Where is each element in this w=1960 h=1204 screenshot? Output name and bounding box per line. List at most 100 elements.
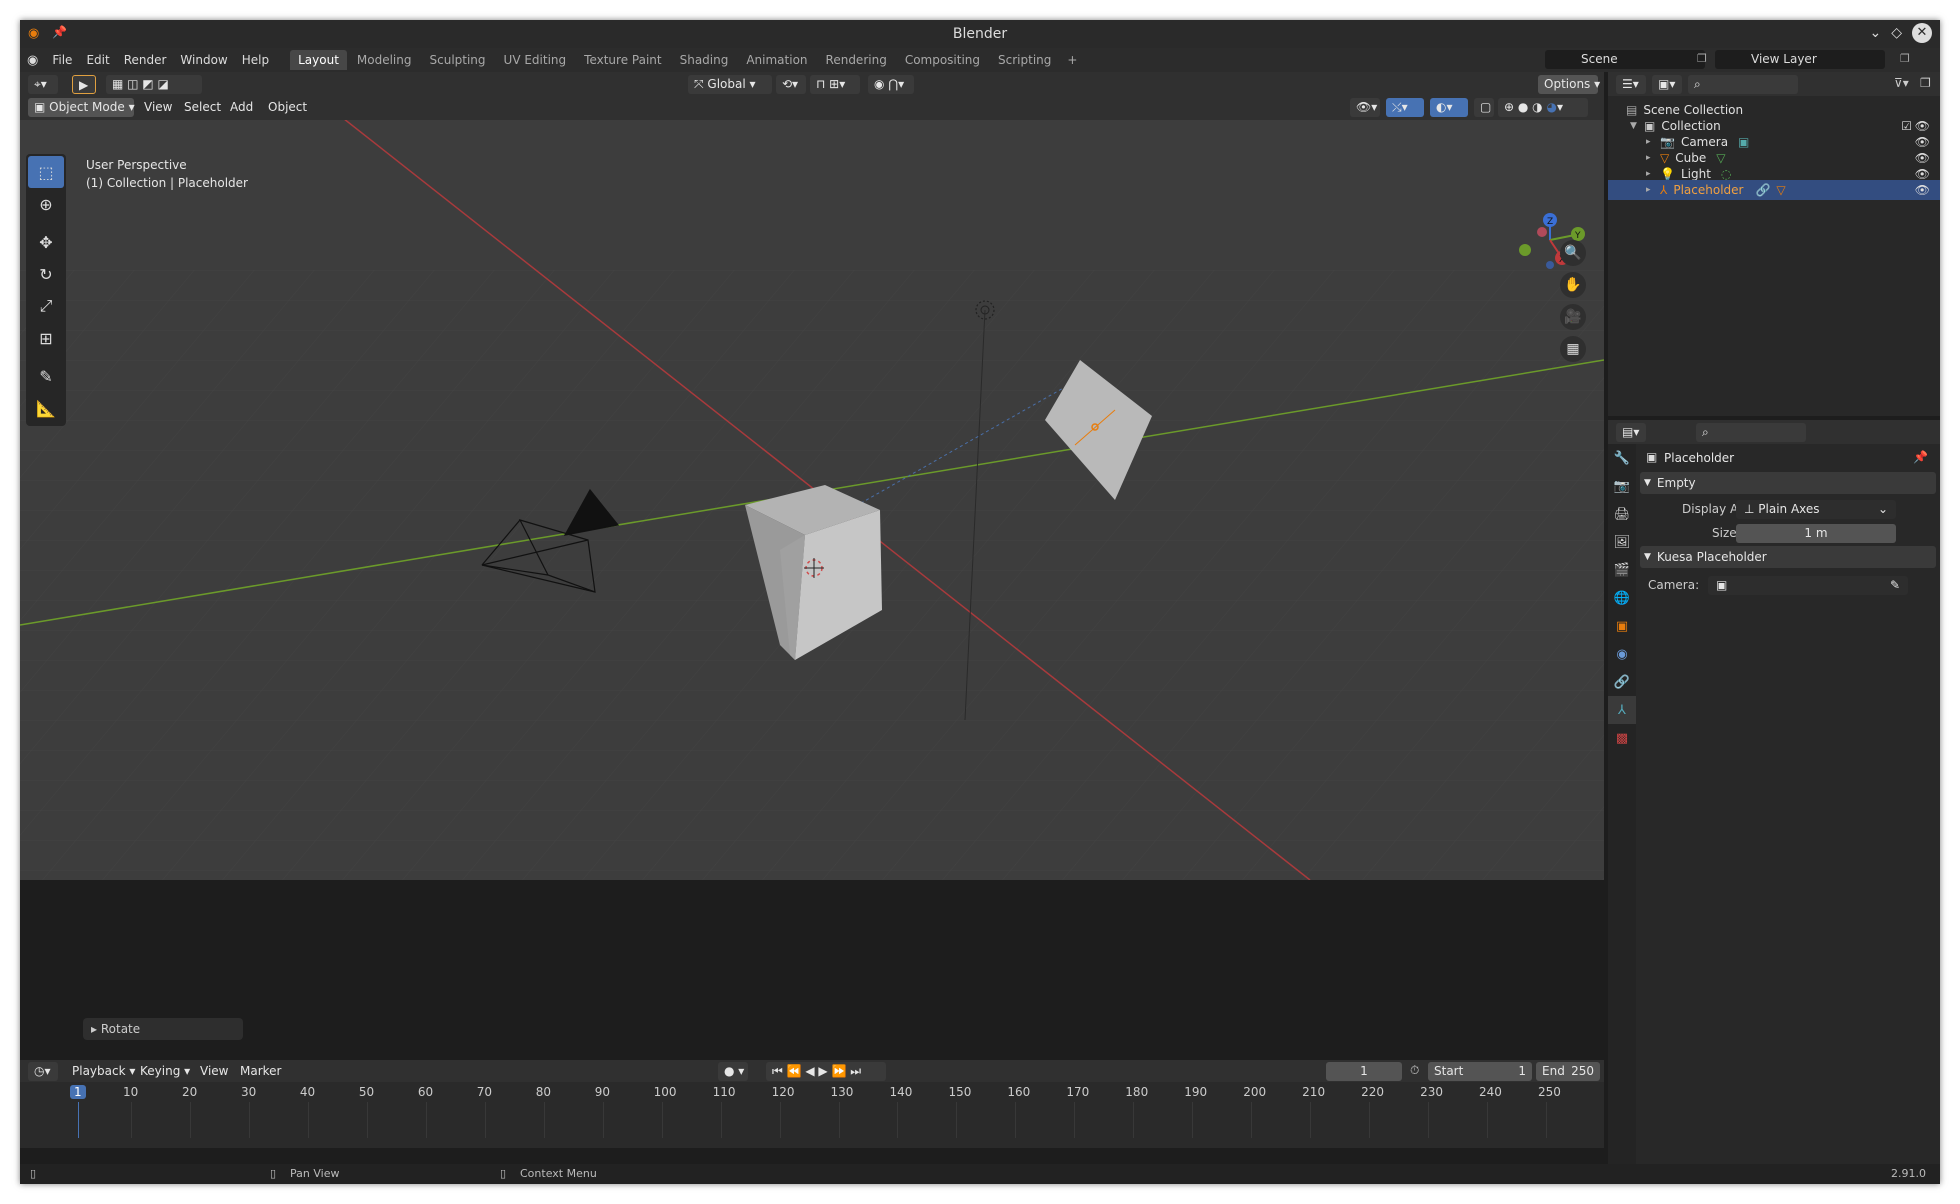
constraint-tab-icon[interactable]: 🔗 [1608,668,1636,696]
collapse-icon[interactable]: ▼ [1630,121,1644,131]
pivot-point-icon[interactable]: ⟲▾ [776,75,806,94]
clock-icon[interactable]: ⏱ [1410,1063,1419,1078]
object-mode-select[interactable]: ▣ Object Mode ▾ [28,98,135,117]
timeline-editor-type-icon[interactable]: ◷▾ [28,1062,58,1081]
object-tab-icon[interactable]: ▣ [1608,612,1636,640]
new-collection-icon[interactable]: ❐ [1920,76,1931,90]
checkbox-icon[interactable]: ☑ [1901,119,1912,133]
tab-sculpting[interactable]: Sculpting [422,50,494,70]
move-icon[interactable]: ✥ [28,226,64,258]
properties-search-input[interactable]: ⌕ [1696,423,1806,442]
new-scene-icon[interactable]: ❐ [1697,52,1707,65]
expand-icon[interactable]: ▸ [1646,169,1660,179]
tab-shading[interactable]: Shading [672,50,737,70]
menu-window[interactable]: Window [173,53,234,67]
timeline-menu-keying[interactable]: Keying ▾ [134,1062,196,1081]
empty-panel-header[interactable]: ▼ Empty [1640,472,1936,494]
tab-compositing[interactable]: Compositing [897,50,988,70]
measure-icon[interactable]: 📐 [28,392,64,424]
scale-icon[interactable]: ⤢ [28,290,64,322]
3d-viewport[interactable]: Z Y X ⌖▾ ▶ ▦ ◫ ◩ ◪ ⤧ Global ▾ ⟲▾ ⊓ ⊞▾ ◉ … [20,72,1604,880]
playback-controls[interactable]: ⏮ ⏪ ◀ ▶ ⏩ ⏭ [766,1062,886,1081]
rotate-operator-panel[interactable]: ▸ Rotate [83,1018,243,1040]
properties-editor-type-icon[interactable]: ▤▾ [1616,423,1646,442]
outliner-item-placeholder[interactable]: ▸ ⅄ Placeholder 🔗 ▽ 👁 [1608,180,1940,200]
menu-help[interactable]: Help [235,53,276,67]
timeline-menu-marker[interactable]: Marker [234,1062,287,1081]
tab-scripting[interactable]: Scripting [990,50,1059,70]
timeline-editor[interactable]: ◷▾ Playback ▾ Keying ▾ View Marker ● ▾ ⏮… [20,1060,1604,1148]
transform-icon[interactable]: ⊞ [28,322,64,354]
pin-icon[interactable]: 📌 [1913,450,1928,464]
view-layer-tab-icon[interactable]: 🖼 [1608,528,1636,556]
snap-icon[interactable]: ⊓ ⊞▾ [810,75,860,94]
object-data-tab-icon[interactable]: ⅄ [1608,696,1636,724]
minimize-icon[interactable]: ⌄ [1869,25,1881,41]
select-box-icon[interactable]: ⬚ [28,156,64,188]
gizmo-toggle-icon[interactable]: ⤯▾ [1386,98,1424,117]
size-field[interactable]: 1 m [1736,524,1896,543]
expand-icon[interactable]: ▸ [1646,153,1660,163]
viewport-menu-object[interactable]: Object [262,98,313,117]
expand-icon[interactable]: ▸ [1646,185,1660,195]
annotate-icon[interactable]: ✎ [28,360,64,392]
add-workspace-icon[interactable]: + [1061,53,1083,67]
start-frame-field[interactable]: Start 1 [1428,1062,1532,1081]
menu-file[interactable]: File [45,53,79,67]
editor-type-icon[interactable]: ⌖▾ [28,75,58,94]
timeline-menu-playback[interactable]: Playback ▾ [66,1062,141,1081]
selection-mode-icons[interactable]: ▦ ◫ ◩ ◪ [106,75,202,94]
end-frame-field[interactable]: End 250 [1536,1062,1600,1081]
display-mode-icon[interactable]: ▣▾ [1652,75,1682,94]
outliner[interactable]: ☰▾ ▣▾ ⌕ ⊽▾ ❐ ▤ Scene Collection ▼ ▣ Collect… [1608,72,1940,416]
zoom-icon[interactable]: 🔍 [1560,240,1586,266]
auto-keying-icon[interactable]: ● ▾ [718,1062,748,1081]
cursor-icon[interactable]: ⊕ [28,188,64,220]
current-frame-field[interactable]: 1 [1326,1062,1402,1081]
eyedropper-icon[interactable]: ✎ [1890,578,1900,592]
tab-rendering[interactable]: Rendering [818,50,895,70]
outliner-search-input[interactable]: ⌕ [1688,75,1798,94]
transform-orientation-select[interactable]: ⤧ Global ▾ [688,75,772,94]
tab-uv-editing[interactable]: UV Editing [496,50,575,70]
outliner-editor-type-icon[interactable]: ☰▾ [1616,75,1646,94]
timeline-menu-view[interactable]: View [194,1062,234,1081]
new-view-layer-icon[interactable]: ❐ [1900,52,1910,65]
shading-mode-icons[interactable]: ⊕ ● ◑ ◕▾ [1498,98,1588,117]
menu-render[interactable]: Render [117,53,174,67]
world-tab-icon[interactable]: 🌐 [1608,584,1636,612]
tab-modeling[interactable]: Modeling [349,50,420,70]
rotate-icon[interactable]: ↻ [28,258,64,290]
eye-icon[interactable]: 👁 [1915,151,1930,165]
menu-edit[interactable]: Edit [79,53,116,67]
camera-object-field[interactable]: ▣ ✎ [1708,576,1908,595]
tool-tab-icon[interactable]: 🔧 [1608,444,1636,472]
timeline-ruler[interactable]: 1 10 20 30 40 50 60 70 80 90 100 110 120 130 140 150 160… [20,1082,1604,1148]
tab-animation[interactable]: Animation [738,50,815,70]
properties-editor[interactable]: ▤▾ ⌕ 🔧 📷 🖨 🖼 🎬 🌐 ▣ ◉ 🔗 ⅄ ▩ ▣ Placeholder 📌… [1608,420,1940,1164]
xray-icon[interactable]: ▢ [1474,98,1494,117]
filter-icon[interactable]: ⊽▾ [1894,76,1909,90]
kuesa-panel-header[interactable]: ▼ Kuesa Placeholder [1640,546,1936,568]
eye-icon[interactable]: 👁 [1915,119,1930,133]
tab-layout[interactable]: Layout [290,50,347,70]
pan-hand-icon[interactable]: ✋ [1560,272,1586,298]
physics-tab-icon[interactable]: ◉ [1608,640,1636,668]
render-tab-icon[interactable]: 📷 [1608,472,1636,500]
ortho-grid-icon[interactable]: ▦ [1560,336,1586,362]
viewport-scene[interactable]: Z Y X [20,120,1604,880]
tab-texture-paint[interactable]: Texture Paint [576,50,669,70]
eye-icon[interactable]: 👁 [1915,135,1930,149]
proportional-edit-icon[interactable]: ◉ ⋂▾ [868,75,914,94]
options-button[interactable]: Options ▾ [1538,75,1600,94]
viewport-menu-add[interactable]: Add [224,98,259,117]
output-tab-icon[interactable]: 🖨 [1608,500,1636,528]
scene-tab-icon[interactable]: 🎬 [1608,556,1636,584]
camera-view-icon[interactable]: 🎥 [1560,304,1586,330]
viewport-menu-view[interactable]: View [138,98,178,117]
visibility-icon[interactable]: 👁▾ [1350,98,1380,117]
texture-tab-icon[interactable]: ▩ [1608,724,1636,752]
select-tool-icon[interactable]: ▶ [72,75,96,94]
eye-icon[interactable]: 👁 [1915,183,1930,197]
expand-icon[interactable]: ▸ [1646,137,1660,147]
